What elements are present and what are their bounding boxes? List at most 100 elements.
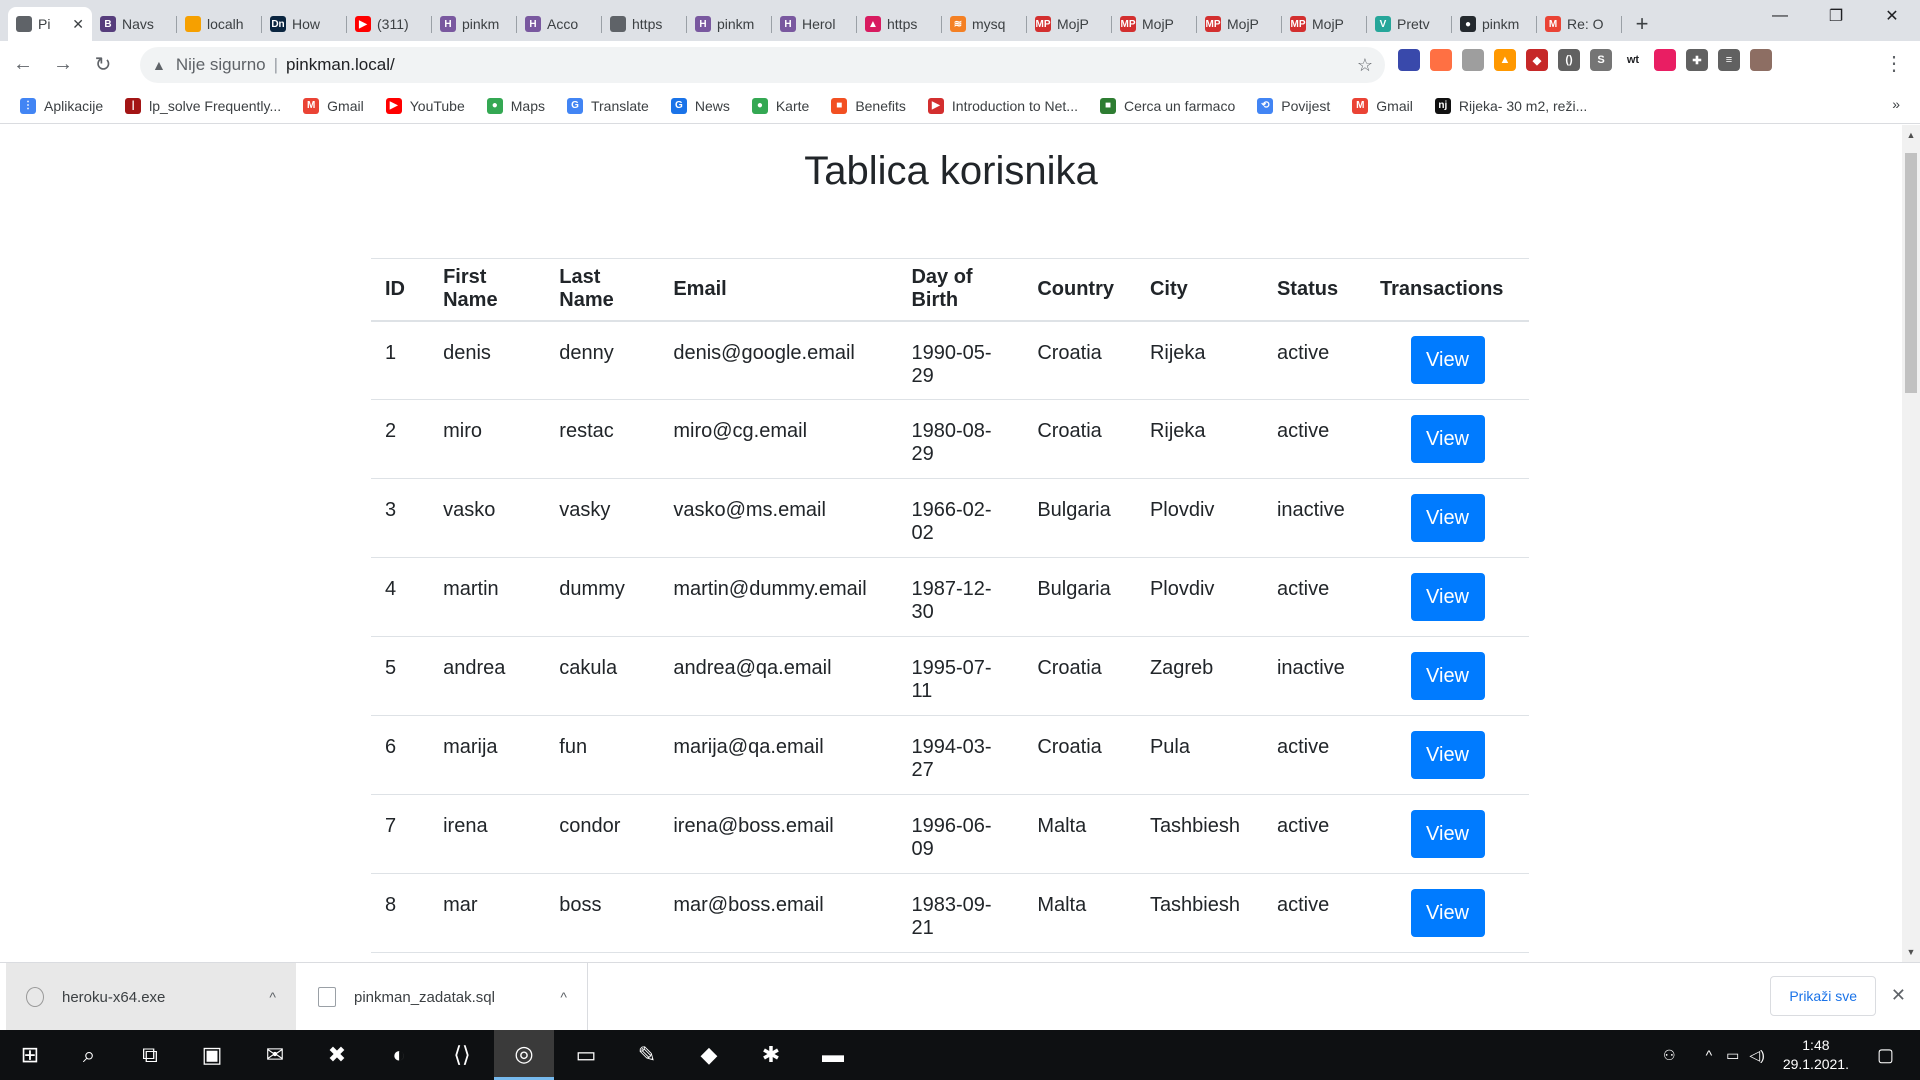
battery-icon[interactable]: ▭ — [1726, 1047, 1739, 1064]
volume-icon[interactable]: ◁) — [1749, 1047, 1764, 1064]
bookmark-item[interactable]: G Translate — [566, 97, 649, 114]
browser-tab[interactable]: ▶ (311) — [347, 7, 432, 41]
bookmarks-overflow-button[interactable]: » — [1892, 96, 1900, 112]
browser-tab[interactable]: Dn How — [262, 7, 347, 41]
view-transactions-button[interactable]: View — [1410, 810, 1485, 858]
browser-tab[interactable]: ≋ mysq — [942, 7, 1027, 41]
bookmark-item[interactable]: ● Maps — [486, 97, 545, 114]
page-scrollbar[interactable]: ▲ ▼ — [1902, 125, 1920, 962]
reload-button[interactable]: ↻ — [86, 48, 120, 82]
bookmark-item[interactable]: nj Rijeka- 30 m2, reži... — [1434, 97, 1587, 114]
view-transactions-button[interactable]: View — [1410, 652, 1485, 700]
url-text[interactable]: pinkman.local/ — [286, 55, 395, 75]
minimize-button[interactable]: — — [1752, 0, 1808, 32]
bookmark-item[interactable]: G News — [670, 97, 730, 114]
bookmark-star-icon[interactable]: ☆ — [1357, 55, 1373, 76]
bookmark-item[interactable]: M Gmail — [303, 97, 364, 114]
bookmark-item[interactable]: ⋮ Aplikacije — [20, 97, 103, 114]
scrollbar-thumb[interactable] — [1905, 153, 1917, 393]
browser-tab[interactable]: MP MojP — [1112, 7, 1197, 41]
view-transactions-button[interactable]: View — [1410, 889, 1485, 937]
bookmark-item[interactable]: M Gmail — [1352, 97, 1413, 114]
clock[interactable]: 1:48 29.1.2021. — [1783, 1036, 1849, 1074]
ext-9-icon[interactable] — [1654, 49, 1676, 71]
ext-8-icon[interactable]: wt — [1622, 49, 1644, 71]
download-item[interactable]: pinkman_zadatak.sql ^ — [298, 963, 588, 1031]
bookmark-item[interactable]: ● Karte — [751, 97, 809, 114]
close-shelf-icon[interactable]: ✕ — [1891, 985, 1906, 1006]
browser-tab[interactable]: Hpinkm — [432, 7, 517, 41]
ext-3-icon[interactable] — [1462, 49, 1484, 71]
ext-6-icon[interactable]: () — [1558, 49, 1580, 71]
browser-tab[interactable]: localh — [177, 7, 262, 41]
chrome-menu-icon[interactable]: ⋮ — [1884, 51, 1904, 76]
bookmark-item[interactable]: | lp_solve Frequently... — [125, 97, 281, 114]
close-tab-icon[interactable]: ✕ — [72, 16, 84, 33]
browser-tab[interactable]: MP MojP — [1282, 7, 1367, 41]
bookmark-item[interactable]: ■ Benefits — [831, 97, 906, 114]
ext-4-icon[interactable]: ▲ — [1494, 49, 1516, 71]
ext-11-icon[interactable]: ≡ — [1718, 49, 1740, 71]
bookmark-item[interactable]: ▶ YouTube — [385, 97, 465, 114]
ext-2-icon[interactable] — [1430, 49, 1452, 71]
taskbar-store-icon[interactable]: ▣ — [182, 1030, 242, 1080]
taskbar-task-view-icon[interactable]: ⧉ — [120, 1030, 180, 1080]
taskbar-xampp-icon[interactable]: ✖ — [307, 1030, 367, 1080]
chevron-up-icon[interactable]: ^ — [560, 989, 567, 1005]
address-bar[interactable]: ▲ Nije sigurno | pinkman.local/ ☆ — [140, 47, 1385, 83]
browser-tab[interactable]: Hpinkm — [687, 7, 772, 41]
taskbar-vscode-icon[interactable]: ⟨⟩ — [432, 1030, 492, 1080]
security-label[interactable]: Nije sigurno — [176, 55, 266, 75]
taskbar-search-icon[interactable]: ⌕ — [59, 1030, 119, 1080]
show-all-downloads-button[interactable]: Prikaži sve — [1770, 976, 1876, 1016]
browser-tab[interactable]: MP MojP — [1197, 7, 1282, 41]
chevron-up-icon[interactable]: ^ — [269, 989, 276, 1005]
taskbar-terminal-icon[interactable]: ▬ — [803, 1030, 863, 1080]
download-item[interactable]: heroku-x64.exe ^ — [6, 963, 296, 1031]
taskbar-chrome-icon[interactable]: ◎ — [494, 1030, 554, 1080]
tray-overflow-icon[interactable]: ^ — [1706, 1047, 1713, 1063]
warning-icon[interactable]: ▲ — [152, 57, 166, 73]
browser-tab[interactable]: ▲ https — [857, 7, 942, 41]
close-window-button[interactable]: ✕ — [1864, 0, 1920, 32]
bookmark-item[interactable]: ⟲ Povijest — [1257, 97, 1330, 114]
taskbar-app-spider-icon[interactable]: ✱ — [741, 1030, 801, 1080]
scroll-up-arrow-icon[interactable]: ▲ — [1902, 127, 1920, 143]
table-cell: 1966-02-02 — [897, 478, 1024, 558]
taskbar-paint-icon[interactable]: ✎ — [617, 1030, 677, 1080]
view-transactions-button[interactable]: View — [1410, 336, 1485, 385]
ext-7-icon[interactable]: S — [1590, 49, 1612, 71]
table-cell: vasky — [545, 478, 660, 558]
browser-tab[interactable]: Pi ✕ — [8, 7, 92, 41]
ext-12-icon[interactable] — [1750, 49, 1772, 71]
view-transactions-button[interactable]: View — [1410, 573, 1485, 621]
notifications-icon[interactable]: ▢ — [1877, 1045, 1894, 1066]
scroll-down-arrow-icon[interactable]: ▼ — [1902, 944, 1920, 960]
taskbar-start-icon[interactable]: ⊞ — [0, 1030, 60, 1080]
forward-button[interactable]: → — [46, 48, 80, 82]
browser-tab[interactable]: V Pretv — [1367, 7, 1452, 41]
ext-1-icon[interactable] — [1398, 49, 1420, 71]
browser-tab[interactable]: B Navs — [92, 7, 177, 41]
maximize-button[interactable]: ❐ — [1808, 0, 1864, 32]
browser-tab[interactable]: M Re: O — [1537, 7, 1622, 41]
taskbar-explorer-icon[interactable]: ▭ — [556, 1030, 616, 1080]
bookmark-item[interactable]: ■ Cerca un farmaco — [1099, 97, 1235, 114]
taskbar-edge-icon[interactable]: ◐ — [369, 1030, 429, 1080]
new-tab-button[interactable]: + — [1622, 7, 1662, 41]
view-transactions-button[interactable]: View — [1410, 731, 1485, 779]
ext-10-icon[interactable]: ✚ — [1686, 49, 1708, 71]
browser-tab[interactable]: MP MojP — [1027, 7, 1112, 41]
ext-5-icon[interactable]: ◆ — [1526, 49, 1548, 71]
back-button[interactable]: ← — [6, 48, 40, 82]
taskbar-mail-icon[interactable]: ✉ — [245, 1030, 305, 1080]
view-transactions-button[interactable]: View — [1410, 415, 1485, 463]
browser-tab[interactable]: H Acco — [517, 7, 602, 41]
browser-tab[interactable]: H Herol — [772, 7, 857, 41]
people-icon[interactable]: ⚇ — [1663, 1047, 1676, 1064]
browser-tab[interactable]: https — [602, 7, 687, 41]
taskbar-app-crystal-icon[interactable]: ◆ — [679, 1030, 739, 1080]
bookmark-item[interactable]: ▶ Introduction to Net... — [927, 97, 1078, 114]
view-transactions-button[interactable]: View — [1410, 494, 1485, 542]
browser-tab[interactable]: ● pinkm — [1452, 7, 1537, 41]
